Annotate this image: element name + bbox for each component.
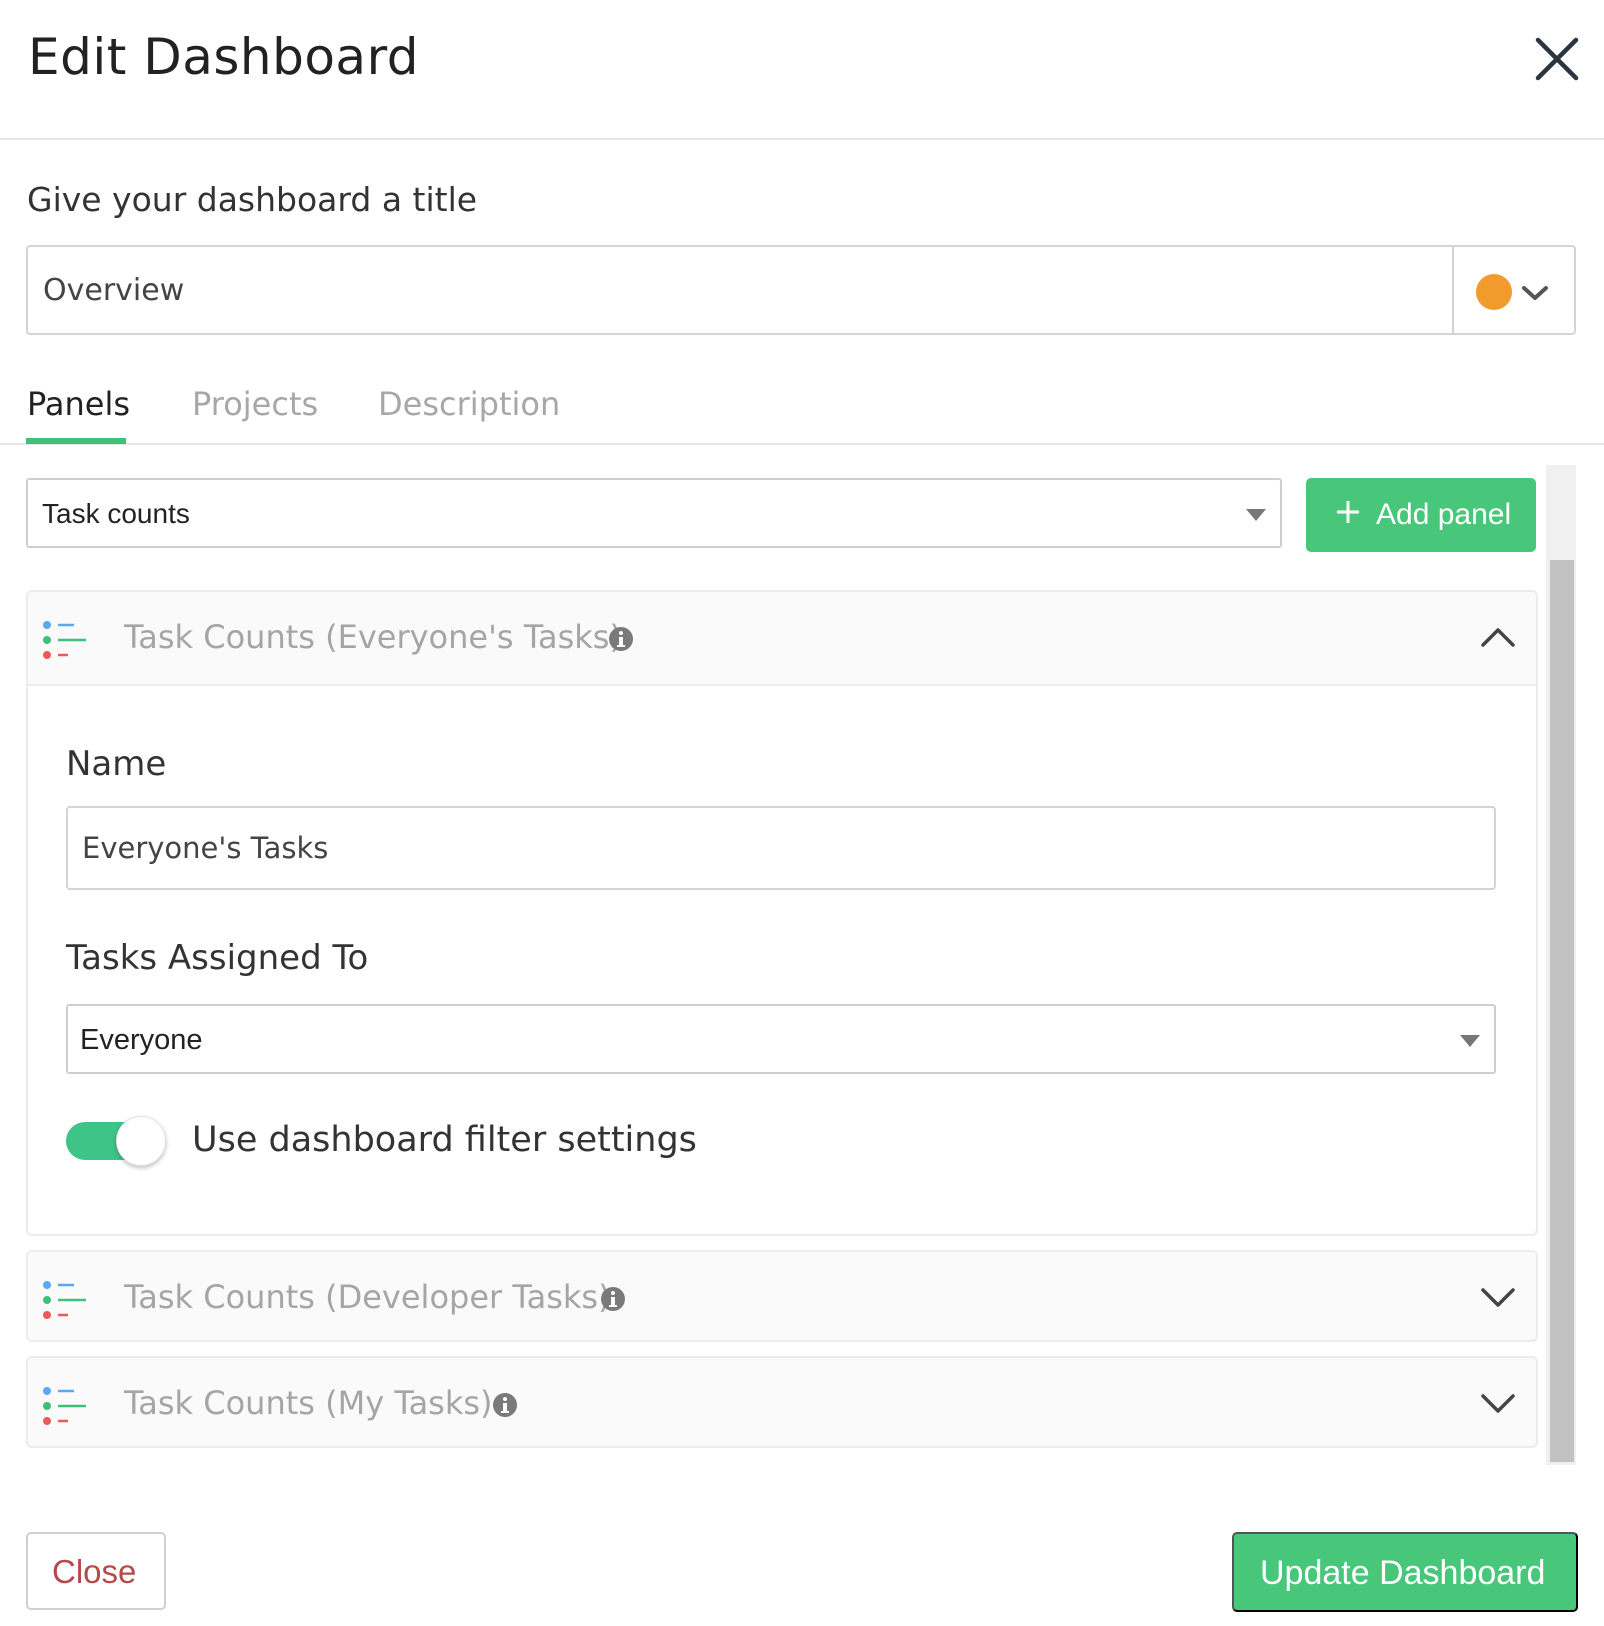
tab-panels[interactable]: Panels	[27, 385, 130, 445]
chevron-down-icon[interactable]	[1480, 1284, 1516, 1310]
panel-name-input[interactable]	[66, 806, 1496, 890]
scrollbar-thumb[interactable]	[1550, 560, 1574, 1462]
info-icon[interactable]	[492, 1392, 518, 1418]
panel-everyones-tasks: Task Counts (Everyone's Tasks) Name Task…	[26, 590, 1538, 1236]
panel-developer-tasks: Task Counts (Developer Tasks)	[26, 1250, 1538, 1342]
color-picker-dropdown[interactable]	[1454, 247, 1574, 333]
panel-header[interactable]: Task Counts (My Tasks)	[28, 1358, 1536, 1448]
dashboard-title-field	[26, 245, 1576, 335]
caret-down-icon	[1460, 1035, 1480, 1047]
update-dashboard-button[interactable]: Update Dashboard	[1232, 1532, 1578, 1612]
info-icon[interactable]	[600, 1286, 626, 1312]
assigned-to-label: Tasks Assigned To	[66, 938, 369, 978]
close-button-label: Close	[52, 1553, 137, 1590]
panel-my-tasks: Task Counts (My Tasks)	[26, 1356, 1538, 1448]
caret-down-icon	[1246, 509, 1266, 521]
chevron-up-icon[interactable]	[1480, 624, 1516, 650]
list-icon	[43, 1387, 86, 1425]
dashboard-filter-toggle[interactable]	[66, 1116, 168, 1166]
add-panel-button[interactable]: Add panel	[1306, 478, 1536, 552]
dashboard-title-label: Give your dashboard a title	[27, 180, 478, 219]
chevron-down-icon[interactable]	[1480, 1390, 1516, 1416]
info-icon[interactable]	[608, 626, 634, 652]
panel-title: Task Counts (Everyone's Tasks)	[124, 618, 622, 656]
chevron-down-icon	[1522, 286, 1548, 300]
name-label: Name	[66, 744, 167, 784]
toggle-label: Use dashboard filter settings	[192, 1120, 697, 1160]
active-tab-indicator	[26, 438, 126, 444]
list-icon	[43, 621, 86, 659]
add-panel-label: Add panel	[1376, 498, 1512, 531]
panel-header[interactable]: Task Counts (Developer Tasks)	[28, 1252, 1536, 1342]
color-swatch	[1476, 274, 1512, 310]
modal-title: Edit Dashboard	[28, 28, 419, 86]
update-dashboard-label: Update Dashboard	[1260, 1554, 1546, 1592]
panel-title: Task Counts (My Tasks)	[124, 1384, 493, 1422]
list-icon	[43, 1281, 86, 1319]
assigned-to-select[interactable]: Everyone	[66, 1004, 1496, 1074]
tab-bar: Panels Projects Description	[0, 385, 1604, 445]
toggle-knob	[116, 1116, 166, 1166]
assigned-to-value: Everyone	[80, 1024, 203, 1056]
close-icon[interactable]	[1532, 34, 1582, 84]
plus-icon	[1337, 501, 1359, 523]
close-button[interactable]: Close	[26, 1532, 166, 1610]
panel-title: Task Counts (Developer Tasks)	[124, 1278, 611, 1316]
panel-header[interactable]: Task Counts (Everyone's Tasks)	[28, 592, 1536, 682]
panel-type-value: Task counts	[42, 498, 190, 529]
modal-header: Edit Dashboard	[0, 0, 1604, 140]
tab-projects[interactable]: Projects	[192, 385, 318, 445]
dashboard-title-input[interactable]	[28, 247, 1452, 333]
tab-description[interactable]: Description	[378, 385, 560, 445]
panel-body: Name Tasks Assigned To Everyone Use dash…	[28, 684, 1536, 1234]
panel-type-select[interactable]: Task counts	[26, 478, 1282, 548]
